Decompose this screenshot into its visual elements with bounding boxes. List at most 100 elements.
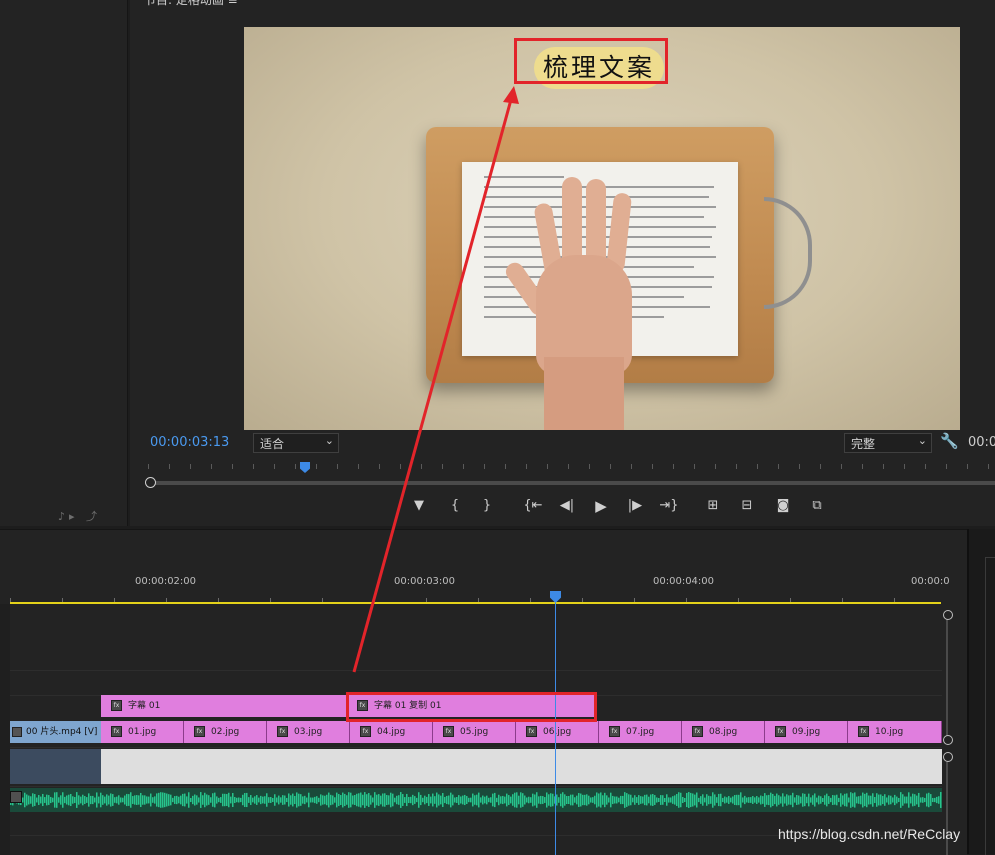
ruler-label: 00:00:04:00	[653, 576, 715, 587]
zoom-level-select[interactable]: 适合 ⌄	[253, 433, 339, 453]
monitor-time-ruler[interactable]	[148, 464, 995, 476]
fx-icon	[12, 726, 22, 737]
step-forward-button[interactable]: |▶	[624, 494, 646, 518]
wrist	[544, 357, 624, 430]
clip-image[interactable]: fx 01.jpg	[101, 721, 184, 743]
work-area-bar[interactable]	[10, 602, 941, 604]
playhead-line	[555, 603, 556, 855]
fx-icon: fx	[111, 700, 122, 711]
vertical-scrollbar[interactable]	[946, 618, 948, 738]
clip-image[interactable]: fx 10.jpg	[848, 721, 942, 743]
step-back-icon: ◀|	[559, 498, 575, 513]
playback-quality-value: 完整	[851, 437, 876, 451]
monitor-title[interactable]: 节目: 定格动画 ≡	[144, 0, 238, 8]
fx-icon: fx	[360, 726, 371, 737]
side-panel-frame	[985, 557, 995, 855]
fx-icon: fx	[775, 726, 786, 737]
clip-image[interactable]: fx 06.jpg	[516, 721, 599, 743]
panel-footer-icons[interactable]: ♪▸ ⤴	[58, 508, 101, 524]
clip-intro-audio-area[interactable]	[10, 749, 101, 784]
mark-out-icon: }	[482, 498, 492, 513]
chevron-down-icon: ⌄	[324, 434, 334, 447]
add-marker-button[interactable]: ▼	[408, 494, 430, 518]
clip-label: 字幕 01	[128, 701, 161, 711]
clip-image[interactable]: fx 05.jpg	[433, 721, 516, 743]
clip-image[interactable]: fx 09.jpg	[765, 721, 848, 743]
watermark: https://blog.csdn.net/ReCclay	[778, 826, 961, 842]
camera-icon: ◙	[776, 498, 790, 513]
scrollbar-handle[interactable]	[943, 735, 953, 745]
playhead-timecode[interactable]: 00:00:03:13	[150, 435, 229, 450]
scrollbar-handle[interactable]	[943, 610, 953, 620]
clip-image[interactable]: fx 02.jpg	[184, 721, 267, 743]
fx-icon: fx	[443, 726, 454, 737]
program-monitor: 节目: 定格动画 ≡ 梳理文案 00:00:03:13 适合 ⌄ 完整 ⌄ 🔧 …	[130, 0, 995, 526]
timeline-ruler[interactable]: 00:00:02:00 00:00:03:00 00:00:04:00 00:0…	[10, 530, 950, 605]
clip-label: 00 片头.mp4 [V]	[26, 727, 98, 737]
side-panel-edge	[967, 529, 995, 855]
clip-image[interactable]: fx 04.jpg	[350, 721, 433, 743]
clip-label: 05.jpg	[460, 727, 489, 737]
mark-in-button[interactable]: {	[444, 494, 466, 518]
fx-icon: fx	[194, 726, 205, 737]
go-to-out-button[interactable]: ⇥}	[658, 494, 680, 518]
step-forward-icon: |▶	[627, 498, 643, 513]
fx-icon	[10, 791, 22, 803]
clip-label: 08.jpg	[709, 727, 738, 737]
clip-image[interactable]: fx 07.jpg	[599, 721, 682, 743]
fx-icon: fx	[692, 726, 703, 737]
duration-timecode: 00:0	[968, 435, 995, 450]
clip-image[interactable]: fx 08.jpg	[682, 721, 765, 743]
empty-track-area[interactable]	[101, 749, 942, 784]
clip-image[interactable]: fx 03.jpg	[267, 721, 350, 743]
marker-icon: ▼	[414, 498, 424, 513]
project-panel: ♪▸ ⤴	[0, 0, 128, 526]
fx-icon: fx	[277, 726, 288, 737]
comparison-view-button[interactable]: ⧉	[806, 494, 828, 518]
export-frame-button[interactable]: ◙	[772, 494, 794, 518]
clip-label: 03.jpg	[294, 727, 323, 737]
clip-label: 02.jpg	[211, 727, 240, 737]
clip-label: 09.jpg	[792, 727, 821, 737]
clip-label: 04.jpg	[377, 727, 406, 737]
fx-icon: fx	[609, 726, 620, 737]
audio-waveform	[10, 792, 942, 808]
mark-out-button[interactable]: }	[476, 494, 498, 518]
go-to-in-button[interactable]: {⇤	[522, 494, 544, 518]
ruler-label: 00:00:03:00	[394, 576, 456, 587]
wrench-icon[interactable]: 🔧	[940, 432, 959, 450]
clip-label: 01.jpg	[128, 727, 157, 737]
step-back-button[interactable]: ◀|	[556, 494, 578, 518]
monitor-zoom-scrollbar[interactable]	[148, 481, 995, 485]
extract-button[interactable]: ⊟	[736, 494, 758, 518]
ruler-label: 00:00:0	[911, 576, 950, 587]
clip-subtitle-01[interactable]: fx 字幕 01	[101, 695, 347, 717]
fx-icon: fx	[111, 726, 122, 737]
annotation-box-title	[514, 38, 668, 84]
track-header-edge	[0, 604, 10, 855]
mark-in-icon: {	[450, 498, 460, 513]
comparison-icon: ⧉	[812, 498, 822, 513]
fx-icon: fx	[858, 726, 869, 737]
scrollbar-handle[interactable]	[943, 752, 953, 762]
audio-waveform-clip[interactable]	[10, 788, 942, 812]
lift-icon: ⊞	[707, 498, 719, 513]
go-to-in-icon: {⇤	[523, 498, 543, 513]
play-icon: ▶	[595, 497, 607, 515]
ruler-label: 00:00:02:00	[135, 576, 197, 587]
clip-label: 06.jpg	[543, 727, 572, 737]
clip-intro-video[interactable]: 00 片头.mp4 [V]	[10, 721, 101, 743]
play-button[interactable]: ▶	[590, 494, 612, 518]
clip-label: 07.jpg	[626, 727, 655, 737]
video-preview: 梳理文案	[244, 27, 960, 430]
extract-icon: ⊟	[741, 498, 753, 513]
annotation-box-subtitle	[346, 692, 597, 722]
board-handle	[764, 197, 812, 309]
scrollbar-handle[interactable]	[145, 477, 156, 488]
chevron-down-icon: ⌄	[917, 434, 927, 447]
clip-label: 10.jpg	[875, 727, 904, 737]
go-to-out-icon: ⇥}	[659, 498, 679, 513]
zoom-level-value: 适合	[260, 437, 285, 451]
playback-quality-select[interactable]: 完整 ⌄	[844, 433, 932, 453]
lift-button[interactable]: ⊞	[702, 494, 724, 518]
